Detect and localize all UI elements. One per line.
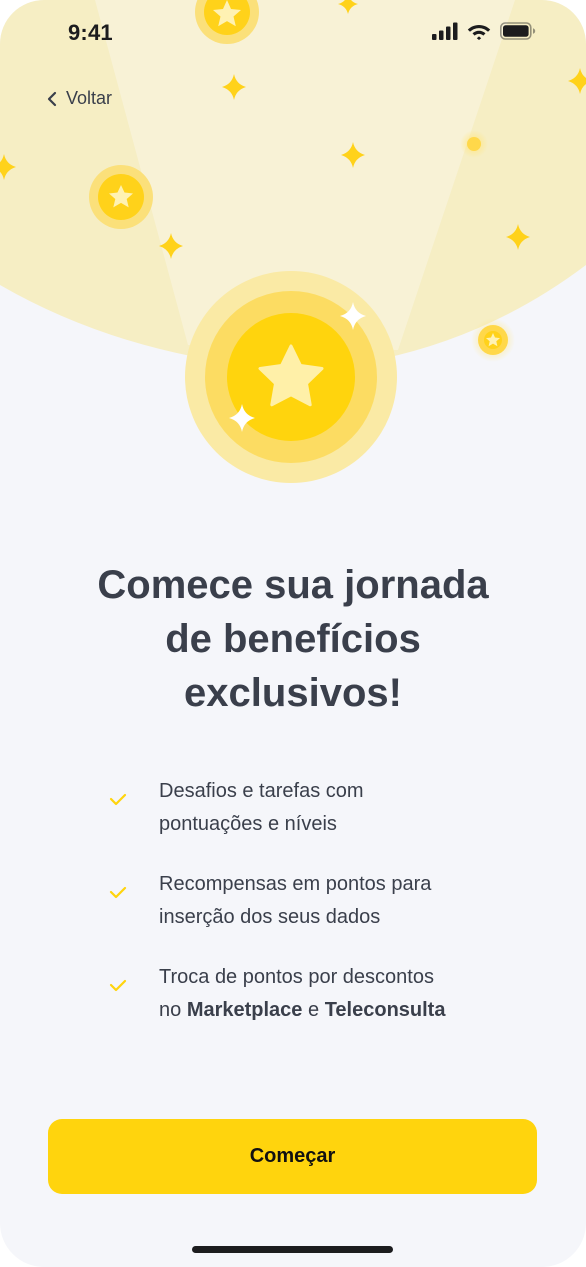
wifi-icon — [467, 25, 491, 40]
status-time: 9:41 — [68, 20, 113, 45]
title-line: Comece sua jornada — [97, 563, 489, 607]
start-button[interactable]: Começar — [48, 1119, 537, 1194]
list-item-text: Recompensas em pontos para inserção dos … — [159, 868, 529, 934]
home-indicator — [192, 1246, 393, 1253]
list-item-line: Desafios e tarefas com — [159, 780, 364, 802]
hero-illustration — [0, 0, 586, 483]
back-label: Voltar — [66, 88, 113, 108]
list-item-line: no Marketplace e Teleconsulta — [159, 994, 529, 1027]
title-line: de benefícios — [165, 617, 421, 661]
signal-icon — [432, 22, 458, 40]
text-prefix: no — [159, 999, 187, 1021]
teleconsulta-label: Teleconsulta — [324, 999, 446, 1021]
check-icon — [109, 886, 127, 899]
list-item-line: Troca de pontos por descontos — [159, 966, 434, 988]
page-title: Comece sua jornada de benefícios exclusi… — [60, 558, 526, 720]
text-connector: e — [302, 999, 325, 1021]
status-icons — [432, 22, 536, 40]
title-line: exclusivos! — [184, 671, 402, 715]
coin-icon — [471, 318, 515, 362]
check-icon — [109, 793, 127, 806]
marketplace-label: Marketplace — [186, 999, 303, 1021]
main-coin-icon — [185, 271, 397, 483]
list-item-text: Desafios e tarefas com pontuações e níve… — [159, 775, 529, 841]
list-item-line: pontuações e níveis — [159, 813, 337, 835]
list-item-line: Recompensas em pontos para — [159, 873, 432, 895]
coin-icon — [89, 165, 153, 229]
battery-icon — [500, 22, 536, 40]
check-icon — [109, 979, 127, 992]
list-item-line: inserção dos seus dados — [159, 906, 381, 928]
list-item-text: Troca de pontos por descontos no Marketp… — [159, 961, 529, 1027]
screen: 9:41 Voltar Comece sua jornada de benefí… — [0, 0, 586, 1267]
chevron-left-icon — [47, 91, 57, 106]
status-bar: 9:41 — [0, 0, 586, 66]
back-button[interactable]: Voltar — [46, 88, 112, 109]
